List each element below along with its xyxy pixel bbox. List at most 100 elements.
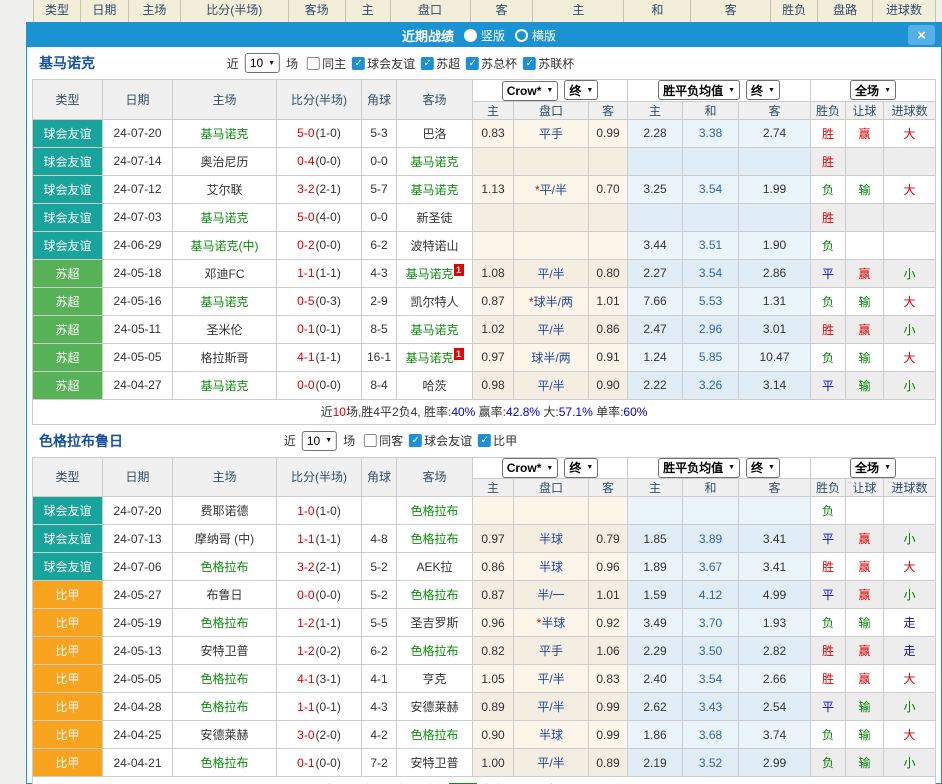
cell-text: 0.91 xyxy=(596,350,619,364)
cell-text: 1.99 xyxy=(763,182,786,196)
league-filter-checkbox[interactable]: 苏超 xyxy=(421,55,460,72)
match-row: 球会友谊24-07-14奥治尼历0-4(0-0)0-0基马诺克胜 xyxy=(33,147,936,175)
away-team-cell: 基马诺克1 xyxy=(397,343,473,371)
cell-text: 2.96 xyxy=(699,322,722,336)
odds-company-select[interactable]: Crow*▼ xyxy=(502,458,559,478)
recent-count-select[interactable]: 10▼ xyxy=(245,53,280,73)
full-score: 3-0 xyxy=(297,728,314,742)
team-name: 圣吉罗斯 xyxy=(410,616,458,630)
half-score: (2-1) xyxy=(316,560,341,574)
same-venue-checkbox-label: 同主 xyxy=(322,55,346,72)
result-text: 负 xyxy=(822,183,834,197)
goals-result-cell: 大 xyxy=(884,721,936,749)
chevron-down-icon: ▼ xyxy=(586,464,593,471)
odds-time-select[interactable]: 终▼ xyxy=(564,458,598,478)
ah-line-cell: 半球 xyxy=(514,721,589,749)
cell-text: 24-05-27 xyxy=(113,588,161,602)
corners-cell: 5-2 xyxy=(362,553,397,581)
euro-away-odds-cell: 1.31 xyxy=(739,287,811,315)
cell-text: 1.00 xyxy=(481,756,504,770)
league-type-cell: 球会友谊 xyxy=(33,147,103,175)
recent-count-select[interactable]: 10▼ xyxy=(302,431,337,451)
ah-away-odds-cell xyxy=(589,231,628,259)
team-name-heading: 色格拉布鲁日 xyxy=(39,431,123,451)
result-cell: 胜 xyxy=(811,203,846,231)
full-score: 0-1 xyxy=(297,756,314,770)
goals-scope-select[interactable]: 全场▼ xyxy=(850,458,896,478)
home-team-cell: 色格拉布 xyxy=(173,665,277,693)
ah-away-odds-cell: 0.70 xyxy=(589,175,628,203)
match-row: 比甲24-04-25安德莱赫3-0(2-0)4-2色格拉布0.90半球0.991… xyxy=(33,721,936,749)
euro-away-odds-cell: 3.74 xyxy=(739,721,811,749)
ah-home-odds-cell: 1.05 xyxy=(473,665,514,693)
layout-vertical-radio[interactable]: 竖版 xyxy=(464,27,505,44)
away-team-cell: 基马诺克1 xyxy=(397,259,473,287)
cell-text: 24-05-05 xyxy=(113,350,161,364)
odds-company-select[interactable]: Crow*▼ xyxy=(502,81,559,101)
bg-header-cell: 客场 xyxy=(289,0,346,22)
league-filter-checkbox[interactable]: 苏联杯 xyxy=(523,55,574,72)
cell-text: 3.14 xyxy=(763,378,786,392)
full-score: 1-1 xyxy=(297,266,314,280)
euro-draw-odds-cell: 5.85 xyxy=(683,343,739,371)
odds-time-select[interactable]: 终▼ xyxy=(564,80,598,100)
result-text: 小 xyxy=(904,700,916,714)
league-filter-checkbox[interactable]: 球会友谊 xyxy=(409,432,472,449)
match-date-cell: 24-04-27 xyxy=(103,371,173,399)
half-score: (0-1) xyxy=(316,700,341,714)
corners-cell: 4-2 xyxy=(362,721,397,749)
away-team-cell: 基马诺克 xyxy=(397,147,473,175)
league-type-cell: 比甲 xyxy=(33,581,103,609)
ah-line-cell: 平/半 xyxy=(514,665,589,693)
euro-mean-select[interactable]: 胜平负均值▼ xyxy=(658,458,740,478)
result-text: 赢 xyxy=(859,672,871,686)
team-name: 基马诺克 xyxy=(200,127,248,141)
cell-text: 8-5 xyxy=(370,322,387,336)
euro-time-select[interactable]: 终▼ xyxy=(746,458,780,478)
cell-text: 4-1 xyxy=(370,672,387,686)
checkbox-checked-icon xyxy=(421,57,434,70)
league-filter-checkbox[interactable]: 苏总杯 xyxy=(466,55,517,72)
result-text: 胜 xyxy=(822,127,834,141)
bg-header-cell: 主 xyxy=(346,0,391,22)
goals-scope-select[interactable]: 全场▼ xyxy=(850,80,896,100)
handicap-result-cell xyxy=(846,147,884,175)
result-text: 平 xyxy=(822,379,834,393)
half-score: (2-0) xyxy=(316,728,341,742)
same-venue-checkbox[interactable]: 同主 xyxy=(307,55,346,72)
cell-text: 0.96 xyxy=(481,616,504,630)
euro-home-odds-cell: 1.59 xyxy=(628,581,683,609)
euro-away-odds-cell: 3.14 xyxy=(739,371,811,399)
checkbox-checked-icon xyxy=(409,434,422,447)
team-name: 安特卫普 xyxy=(200,644,248,658)
full-score: 5-0 xyxy=(297,210,314,224)
result-text: 赢 xyxy=(859,532,871,546)
euro-mean-select[interactable]: 胜平负均值▼ xyxy=(658,80,740,100)
corners-cell: 5-7 xyxy=(362,175,397,203)
handicap-result-cell: 输 xyxy=(846,609,884,637)
league-type-cell: 球会友谊 xyxy=(33,175,103,203)
euro-time-select[interactable]: 终▼ xyxy=(746,80,780,100)
team-name: 基马诺克 xyxy=(200,379,248,393)
bg-header-label: 主场 xyxy=(142,1,166,18)
league-filter-checkbox[interactable]: 比甲 xyxy=(478,432,517,449)
layout-horizontal-radio[interactable]: 横版 xyxy=(515,27,556,44)
ah-line-cell: 平/半 xyxy=(514,693,589,721)
league-type-label: 球会友谊 xyxy=(43,155,91,169)
chevron-down-icon: ▼ xyxy=(728,464,735,471)
same-venue-checkbox[interactable]: 同客 xyxy=(364,432,403,449)
match-date-cell: 24-04-28 xyxy=(103,693,173,721)
ah-away-odds-cell: 0.99 xyxy=(589,721,628,749)
score-cell: 0-0(0-0) xyxy=(277,371,362,399)
euro-time-select-value: 终 xyxy=(751,82,763,99)
handicap-result-cell: 赢 xyxy=(846,525,884,553)
league-filter-checkbox[interactable]: 球会友谊 xyxy=(352,55,415,72)
ah-line-label: 平/半 xyxy=(537,700,564,714)
match-row: 比甲24-05-27布鲁日0-0(0-0)5-2色格拉布0.87半/一1.011… xyxy=(33,581,936,609)
team-name: 色格拉布 xyxy=(410,504,458,518)
league-type-label: 比甲 xyxy=(55,728,79,742)
chevron-down-icon: ▼ xyxy=(546,87,553,94)
close-button[interactable]: × xyxy=(908,25,935,45)
result-cell: 平 xyxy=(811,581,846,609)
euro-away-odds-cell: 3.41 xyxy=(739,553,811,581)
